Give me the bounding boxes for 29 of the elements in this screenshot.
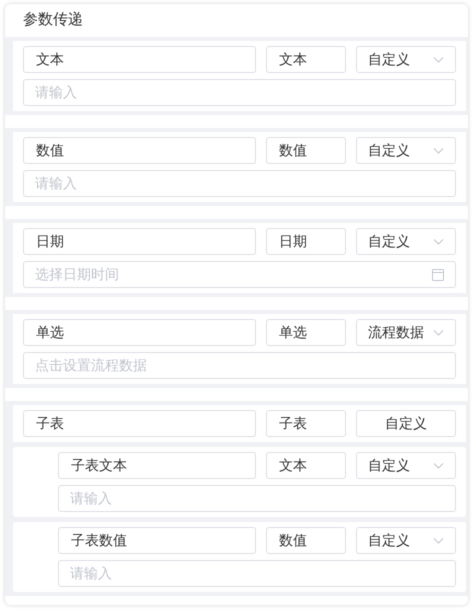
source-select[interactable]: 自定义 (356, 410, 456, 437)
chevron-down-icon (433, 462, 444, 468)
name-field[interactable]: 日期 (23, 228, 256, 255)
chevron-down-icon (433, 56, 444, 62)
chevron-down-icon (433, 238, 444, 244)
name-field[interactable]: 子表数值 (58, 527, 256, 554)
name-field[interactable]: 子表 (23, 410, 256, 437)
type-field[interactable]: 文本 (266, 452, 346, 479)
name-field[interactable]: 单选 (23, 319, 256, 346)
type-field[interactable]: 日期 (266, 228, 346, 255)
source-select[interactable]: 自定义 (356, 527, 456, 554)
type-field[interactable]: 子表 (266, 410, 346, 437)
source-select[interactable]: 自定义 (356, 228, 456, 255)
name-field[interactable]: 文本 (23, 46, 256, 73)
name-field[interactable]: 数值 (23, 137, 256, 164)
source-select[interactable]: 自定义 (356, 137, 456, 164)
type-field[interactable]: 文本 (266, 46, 346, 73)
source-select[interactable]: 自定义 (356, 46, 456, 73)
type-field[interactable]: 数值 (266, 137, 346, 164)
chevron-down-icon (433, 538, 444, 544)
chevron-down-icon (433, 148, 444, 154)
source-select[interactable]: 流程数据 (356, 319, 456, 346)
source-select[interactable]: 自定义 (356, 452, 456, 479)
name-field[interactable]: 子表文本 (58, 452, 256, 479)
panel-title: 参数传递 (22, 10, 84, 30)
chevron-down-icon (433, 330, 444, 336)
type-field[interactable]: 单选 (266, 319, 346, 346)
type-field[interactable]: 数值 (266, 527, 346, 554)
calendar-icon (432, 268, 444, 280)
